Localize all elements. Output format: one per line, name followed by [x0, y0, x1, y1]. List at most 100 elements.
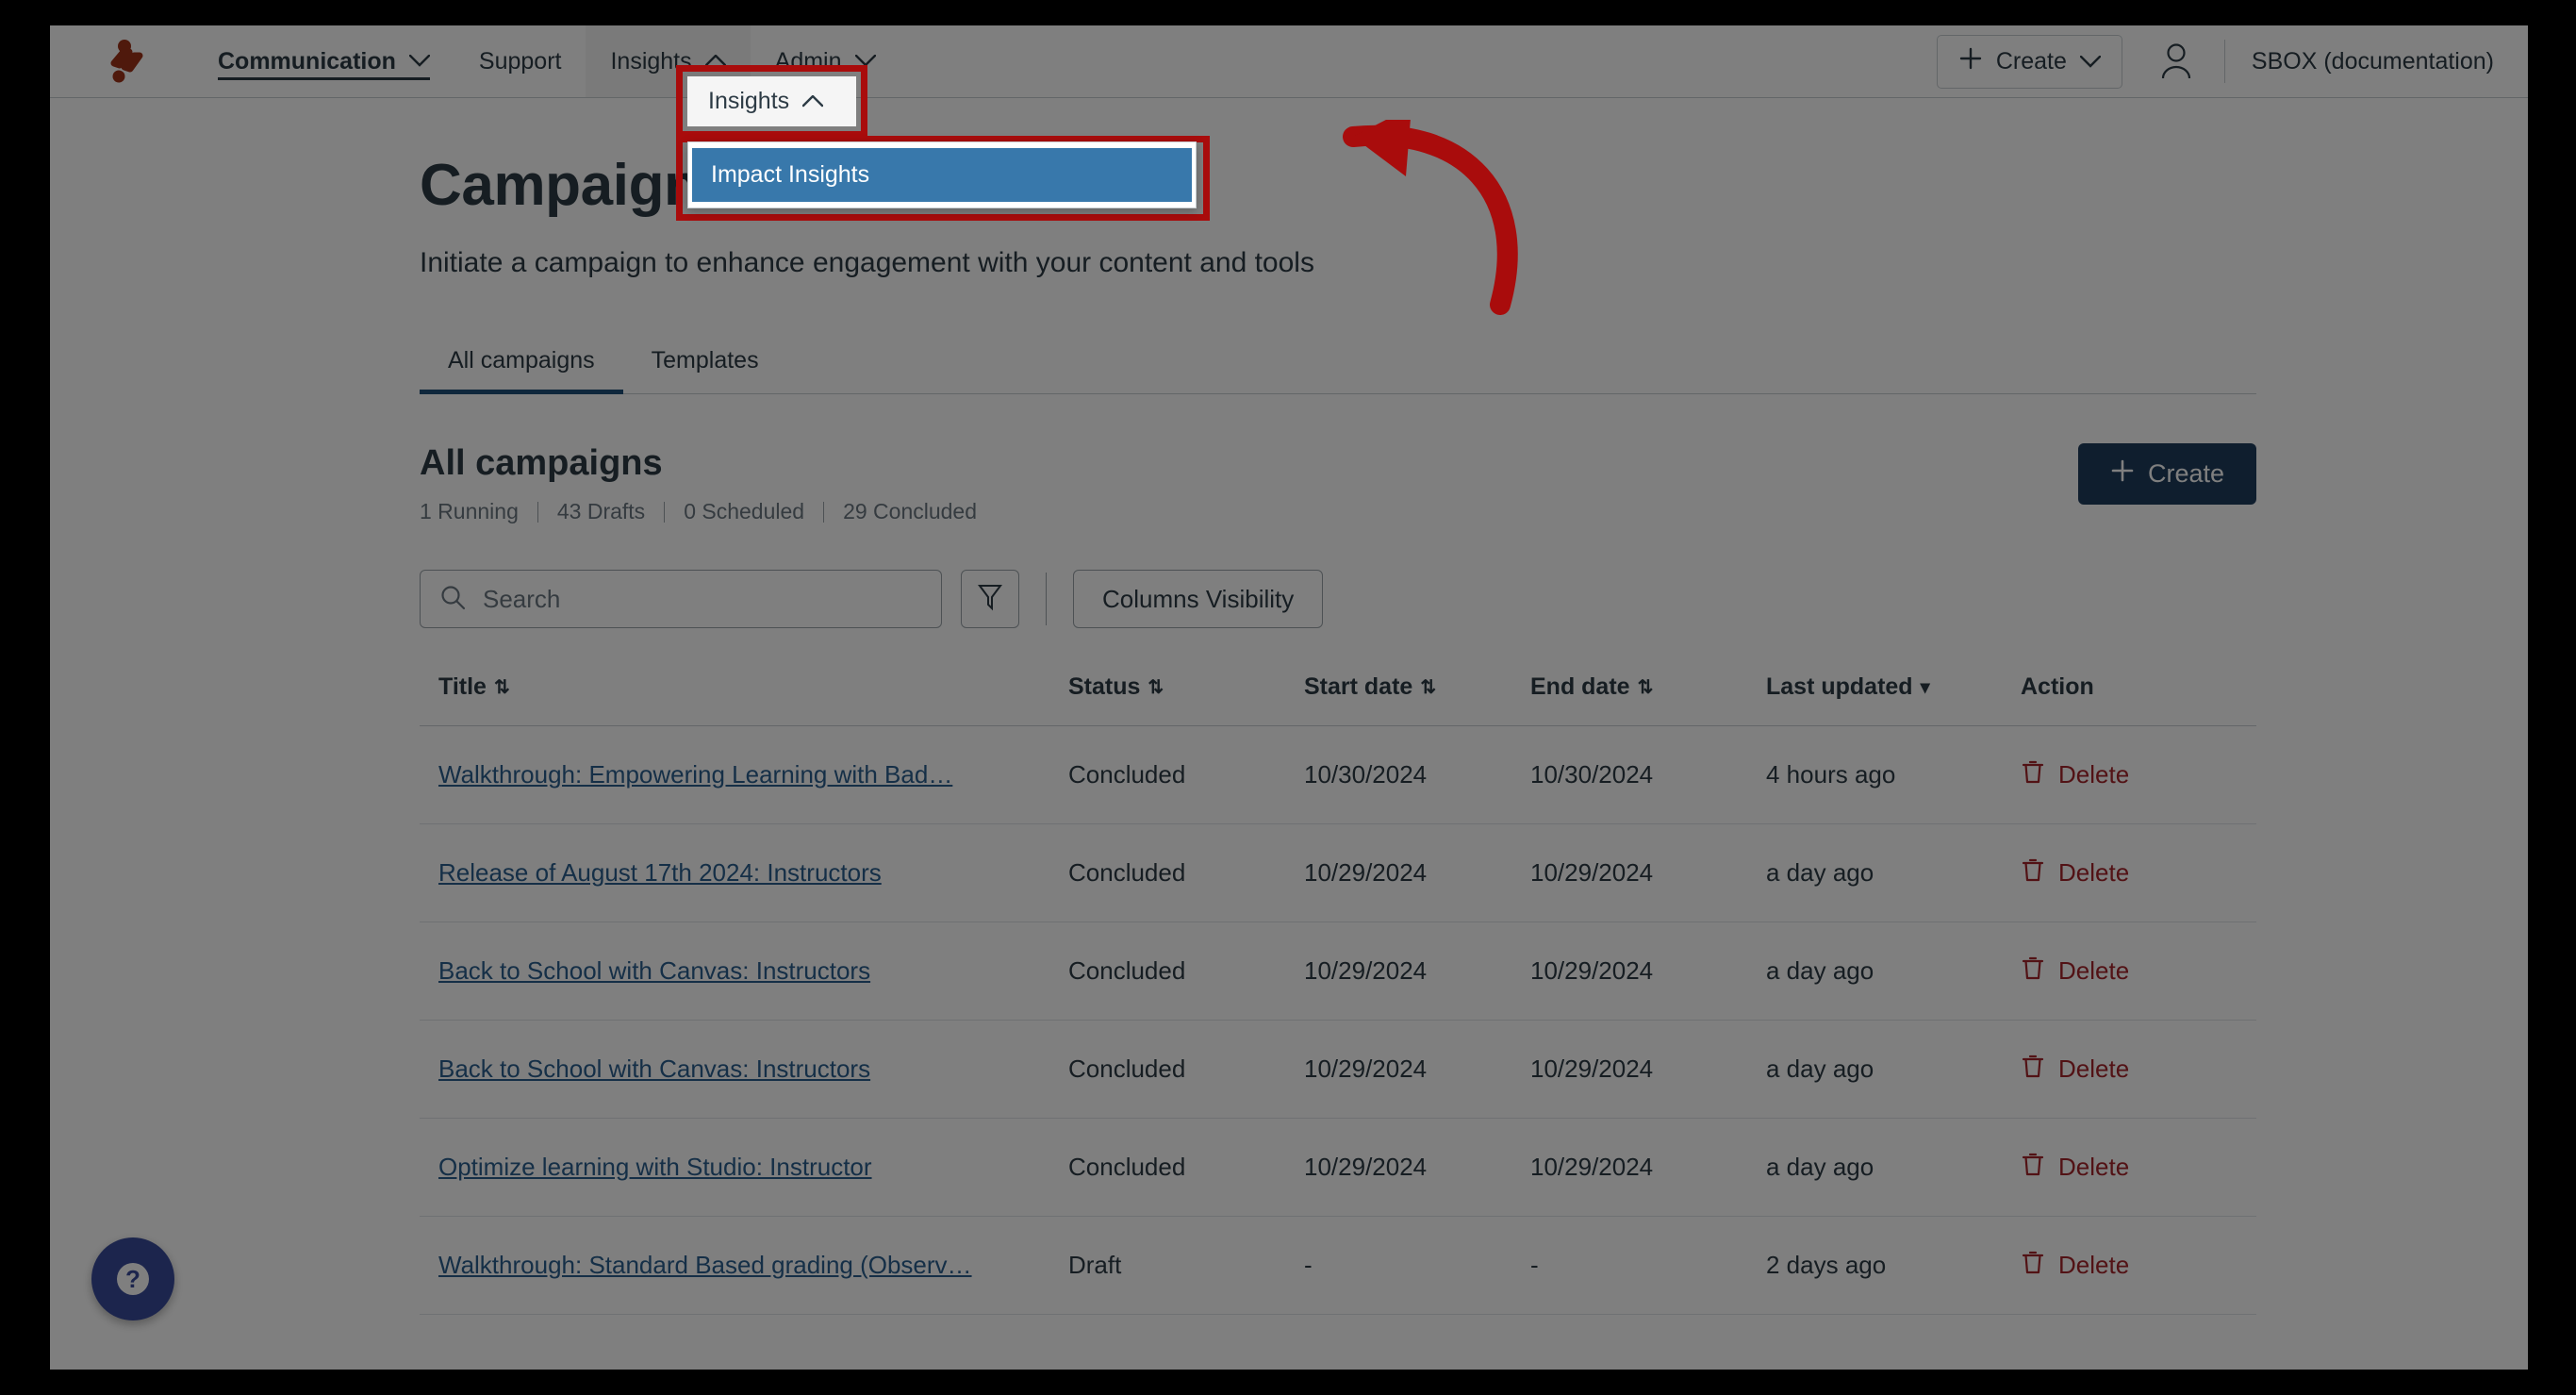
help-button[interactable]: ?	[91, 1237, 174, 1320]
table-row: Back to School with Canvas: Instructors C…	[420, 922, 2256, 1021]
column-header-action: Action	[2021, 673, 2256, 726]
cell-status: Draft	[1068, 1216, 1304, 1315]
trash-icon	[2021, 1151, 2045, 1184]
delete-campaign-button[interactable]: Delete	[2021, 856, 2129, 889]
campaigns-table-body: Walkthrough: Empowering Learning with Ba…	[420, 725, 2256, 1315]
tab-templates[interactable]: Templates	[623, 338, 787, 393]
delete-campaign-button[interactable]: Delete	[2021, 1151, 2129, 1184]
nav-item-communication[interactable]: Communication	[193, 25, 454, 97]
cell-end-date: 10/29/2024	[1530, 1020, 1766, 1119]
svg-text:?: ?	[125, 1265, 140, 1293]
filter-button[interactable]	[961, 570, 1019, 628]
nav-divider	[2223, 40, 2225, 83]
insights-dropdown-menu: Impact Insights	[687, 141, 1197, 208]
nav-item-insights-label: Insights	[610, 47, 692, 75]
cell-start-date: -	[1304, 1216, 1530, 1315]
tab-templates-label: Templates	[651, 347, 759, 374]
create-campaign-button-label: Create	[2147, 459, 2224, 488]
campaign-title-link[interactable]: Walkthrough: Standard Based grading (Obs…	[438, 1251, 972, 1279]
campaign-title-link[interactable]: Back to School with Canvas: Instructors	[438, 1055, 870, 1083]
cell-status: Concluded	[1068, 922, 1304, 1021]
cell-action: Delete	[2021, 1118, 2256, 1217]
tab-all-campaigns[interactable]: All campaigns	[420, 338, 623, 394]
delete-campaign-button[interactable]: Delete	[2021, 1053, 2129, 1086]
table-row: Optimize learning with Studio: Instructo…	[420, 1118, 2256, 1217]
delete-campaign-label: Delete	[2058, 956, 2130, 985]
section-header-text: All campaigns 1 Running 43 Drafts 0 Sche…	[420, 443, 977, 524]
delete-campaign-button[interactable]: Delete	[2021, 758, 2129, 791]
campaign-title-link[interactable]: Back to School with Canvas: Instructors	[438, 956, 870, 985]
cell-action: Delete	[2021, 1020, 2256, 1119]
column-header-title[interactable]: Title ⇅	[420, 673, 1068, 726]
section-header: All campaigns 1 Running 43 Drafts 0 Sche…	[420, 443, 2256, 524]
count-scheduled: 0 Scheduled	[684, 499, 805, 523]
campaigns-table-head: Title ⇅ Status ⇅ Start date ⇅ End date ⇅ Las	[420, 673, 2256, 726]
column-header-last-updated[interactable]: Last updated ▾	[1766, 673, 2021, 726]
campaign-title-link[interactable]: Walkthrough: Empowering Learning with Ba…	[438, 760, 952, 789]
chevron-down-icon	[408, 55, 430, 68]
cell-start-date: 10/29/2024	[1304, 1020, 1530, 1119]
count-separator	[664, 501, 666, 523]
cell-status: Concluded	[1068, 823, 1304, 922]
delete-campaign-button[interactable]: Delete	[2021, 1249, 2129, 1282]
cell-last-updated: 2 days ago	[1766, 1216, 2021, 1315]
campaign-title-link[interactable]: Optimize learning with Studio: Instructo…	[438, 1153, 872, 1181]
cell-start-date: 10/30/2024	[1304, 725, 1530, 824]
instructure-logo[interactable]	[50, 25, 193, 97]
delete-campaign-label: Delete	[2058, 1055, 2130, 1083]
column-header-last-updated-label: Last updated	[1766, 673, 1913, 700]
delete-campaign-label: Delete	[2058, 858, 2130, 887]
delete-campaign-label: Delete	[2058, 1153, 2130, 1181]
nav-item-support[interactable]: Support	[454, 25, 586, 97]
create-menu-button-label: Create	[1995, 47, 2067, 75]
column-header-end-date-label: End date	[1530, 673, 1630, 700]
filter-icon	[978, 583, 1002, 616]
user-account-icon[interactable]	[2155, 40, 2198, 83]
columns-visibility-label: Columns Visibility	[1102, 584, 1295, 613]
column-header-end-date[interactable]: End date ⇅	[1530, 673, 1766, 726]
toolbar-divider	[1046, 573, 1047, 625]
count-separator	[537, 501, 538, 523]
create-campaign-button[interactable]: Create	[2077, 443, 2256, 505]
cell-start-date: 10/29/2024	[1304, 922, 1530, 1021]
cell-action: Delete	[2021, 922, 2256, 1021]
search-field[interactable]	[420, 570, 942, 628]
create-menu-button[interactable]: Create	[1936, 34, 2122, 89]
insights-nav-highlighted-label: Insights	[708, 88, 790, 114]
menu-item-impact-insights[interactable]: Impact Insights	[692, 148, 1192, 202]
column-header-title-label: Title	[438, 673, 487, 700]
page-inner: Campaigns Initiate a campaign to enhance…	[50, 98, 2528, 1315]
nav-item-admin-label: Admin	[774, 47, 842, 75]
cell-title: Back to School with Canvas: Instructors	[420, 1020, 1068, 1119]
sort-icon: ⇅	[493, 677, 510, 698]
campaign-title-link[interactable]: Release of August 17th 2024: Instructors	[438, 858, 882, 887]
nav-item-communication-label: Communication	[218, 47, 396, 75]
plus-icon	[2110, 458, 2135, 490]
insights-nav-highlighted[interactable]: Insights	[687, 76, 856, 126]
trash-icon	[2021, 758, 2045, 791]
column-header-start-date-label: Start date	[1304, 673, 1413, 700]
columns-visibility-button[interactable]: Columns Visibility	[1073, 570, 1324, 628]
plus-icon	[1958, 46, 1983, 77]
trash-icon	[2021, 955, 2045, 988]
table-row: Back to School with Canvas: Instructors C…	[420, 1020, 2256, 1119]
chevron-down-icon	[2079, 48, 2102, 75]
cell-action: Delete	[2021, 823, 2256, 922]
cell-status: Concluded	[1068, 1118, 1304, 1217]
cell-title: Walkthrough: Empowering Learning with Ba…	[420, 725, 1068, 824]
table-row: Release of August 17th 2024: Instructors…	[420, 823, 2256, 922]
column-header-status[interactable]: Status ⇅	[1068, 673, 1304, 726]
tab-list: All campaigns Templates	[420, 338, 2256, 394]
cell-title: Optimize learning with Studio: Instructo…	[420, 1118, 1068, 1217]
sort-icon: ⇅	[1148, 677, 1164, 698]
cell-title: Walkthrough: Standard Based grading (Obs…	[420, 1216, 1068, 1315]
cell-last-updated: a day ago	[1766, 922, 2021, 1021]
table-header-row: Title ⇅ Status ⇅ Start date ⇅ End date ⇅ Las	[420, 673, 2256, 726]
search-input[interactable]	[483, 584, 922, 614]
column-header-start-date[interactable]: Start date ⇅	[1304, 673, 1530, 726]
chevron-up-icon	[802, 94, 824, 108]
delete-campaign-button[interactable]: Delete	[2021, 955, 2129, 988]
cell-end-date: 10/29/2024	[1530, 922, 1766, 1021]
cell-status: Concluded	[1068, 1020, 1304, 1119]
